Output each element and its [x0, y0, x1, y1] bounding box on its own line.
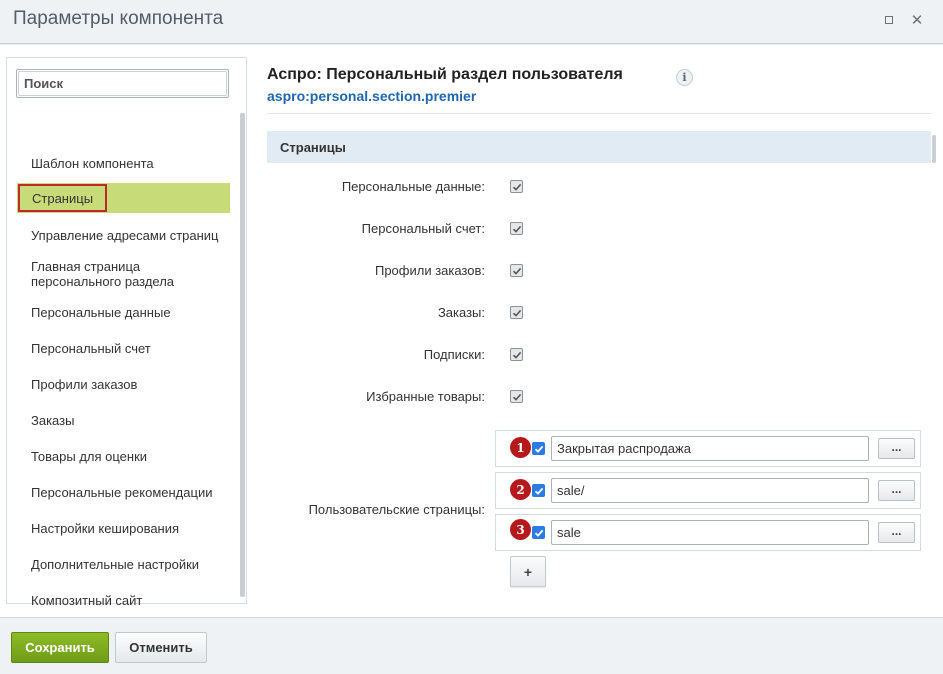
number-badge: 2	[510, 479, 531, 500]
checkbox-favorites[interactable]	[510, 390, 523, 403]
close-icon[interactable]: ✕	[909, 12, 925, 29]
sidebar-scrollbar-thumb[interactable]	[240, 113, 245, 597]
user-page-checkbox[interactable]	[532, 442, 545, 455]
maximize-icon[interactable]	[881, 12, 897, 28]
sidebar-item-personal-data[interactable]: Персональные данные	[31, 305, 171, 320]
label-orders: Заказы:	[437, 305, 485, 320]
checkbox-personal-data[interactable]	[510, 180, 523, 193]
section-header-pages: Страницы	[267, 131, 931, 163]
dialog-content: Шаблон компонента Страницы Управление ад…	[0, 45, 943, 617]
browse-button[interactable]: ...	[878, 480, 915, 501]
sidebar: Шаблон компонента Страницы Управление ад…	[6, 57, 247, 608]
browse-button[interactable]: ...	[878, 438, 915, 459]
sidebar-item-additional-settings[interactable]: Дополнительные настройки	[31, 557, 199, 572]
dialog-footer: Сохранить Отменить	[0, 617, 943, 674]
sidebar-item-template[interactable]: Шаблон компонента	[31, 156, 154, 171]
sidebar-item-personal-account[interactable]: Персональный счет	[31, 341, 151, 356]
user-page-input[interactable]	[551, 436, 869, 461]
user-page-input[interactable]	[551, 478, 869, 503]
component-title: Аспро: Персональный раздел пользователя	[267, 66, 623, 83]
user-page-checkbox[interactable]	[532, 526, 545, 539]
label-user-pages: Пользовательские страницы:	[308, 502, 485, 517]
dialog-titlebar: Параметры компонента ✕	[0, 0, 943, 44]
add-user-page-button[interactable]: +	[510, 556, 546, 587]
sidebar-item-pages[interactable]: Страницы	[17, 183, 230, 213]
dialog-title: Параметры компонента	[13, 8, 224, 29]
label-subscriptions: Подписки:	[423, 347, 485, 362]
sidebar-item-orders[interactable]: Заказы	[31, 413, 74, 428]
sidebar-scrollbar[interactable]	[240, 113, 245, 597]
divider	[267, 113, 931, 114]
component-code: aspro:personal.section.premier	[267, 88, 477, 104]
user-page-row: 1 ...	[495, 430, 921, 467]
label-personal-account: Персональный счет:	[361, 221, 485, 236]
info-icon[interactable]: i	[676, 69, 693, 86]
save-button[interactable]: Сохранить	[11, 632, 109, 663]
cancel-button[interactable]: Отменить	[115, 632, 207, 663]
main-panel: Аспро: Персональный раздел пользователя …	[267, 45, 936, 617]
main-scrollbar[interactable]	[932, 135, 936, 163]
label-order-profiles: Профили заказов:	[374, 263, 485, 278]
checkbox-subscriptions[interactable]	[510, 348, 523, 361]
label-favorites: Избранные товары:	[366, 389, 485, 404]
search-input[interactable]	[18, 71, 227, 96]
sidebar-item-url-management[interactable]: Управление адресами страниц	[31, 228, 219, 243]
number-badge: 3	[510, 519, 531, 540]
checkbox-orders[interactable]	[510, 306, 523, 319]
sidebar-item-pages-label: Страницы	[18, 184, 107, 212]
user-page-input[interactable]	[551, 520, 869, 545]
sidebar-item-personal-main[interactable]: Главная страница персонального раздела	[31, 259, 174, 289]
sidebar-item-recommendations[interactable]: Персональные рекомендации	[31, 485, 212, 500]
sidebar-item-composite-site[interactable]: Композитный сайт	[31, 593, 142, 608]
browse-button[interactable]: ...	[878, 522, 915, 543]
checkbox-order-profiles[interactable]	[510, 264, 523, 277]
user-page-checkbox[interactable]	[532, 484, 545, 497]
checkbox-personal-account[interactable]	[510, 222, 523, 235]
user-page-row: 2 ...	[495, 472, 921, 509]
sidebar-item-products-rating[interactable]: Товары для оценки	[31, 449, 147, 464]
label-personal-data: Персональные данные:	[341, 179, 485, 194]
search-box	[16, 69, 229, 98]
user-page-row: 3 ...	[495, 514, 921, 551]
sidebar-item-cache-settings[interactable]: Настройки кеширования	[31, 521, 179, 536]
number-badge: 1	[510, 437, 531, 458]
sidebar-item-order-profiles[interactable]: Профили заказов	[31, 377, 137, 392]
